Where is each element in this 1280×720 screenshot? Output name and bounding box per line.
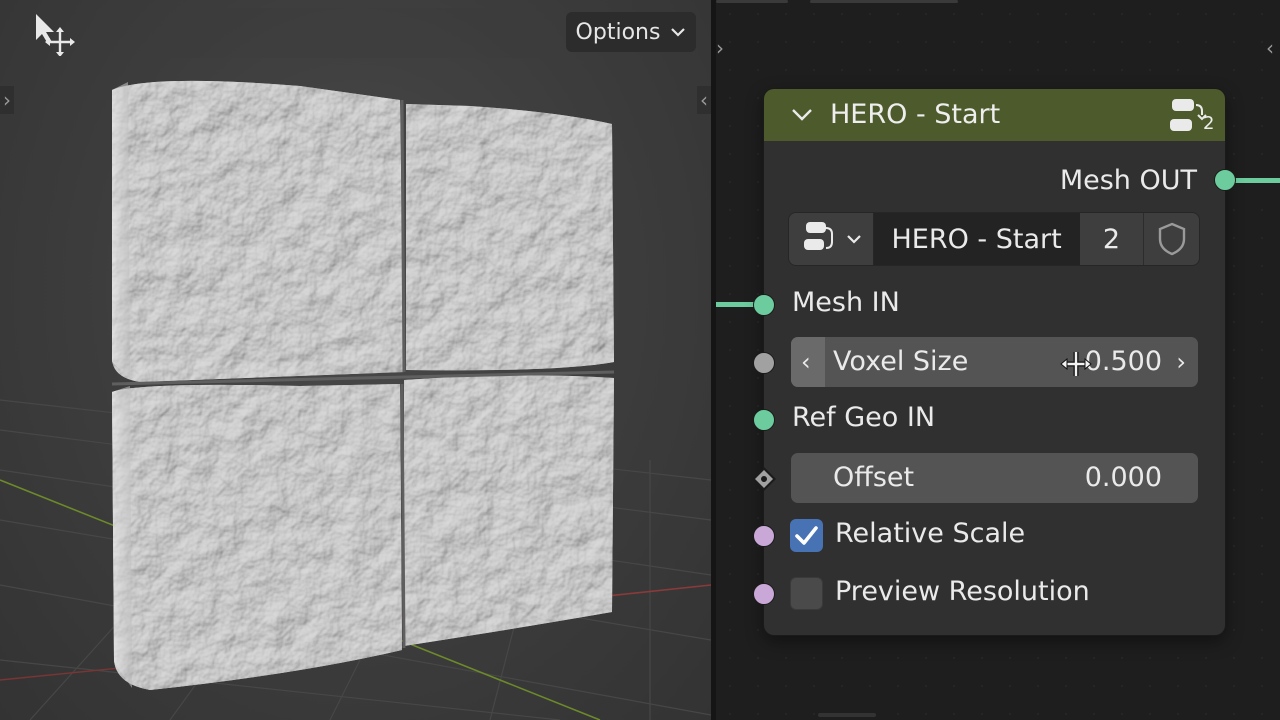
mesh-in-label: Mesh IN [792,287,900,318]
options-label: Options [575,19,661,45]
move-cursor-icon[interactable] [22,10,86,56]
shield-icon [1158,222,1185,256]
node-group-name-field[interactable]: HERO - Start [873,213,1080,265]
voxel-size-field[interactable]: ‹ Voxel Size 0.500 › [791,337,1198,387]
stone-mesh[interactable] [0,0,711,720]
node-editor[interactable]: › ‹ HERO - Start 2 Mesh OUT HERO - Start… [716,0,1280,720]
decrement-arrow-icon[interactable]: ‹ [801,337,811,387]
node-group-selector[interactable]: HERO - Start 2 [789,213,1199,265]
mesh-out-label: Mesh OUT [1059,165,1197,196]
mesh-out-socket[interactable] [1214,169,1236,191]
relative-scale-socket[interactable] [753,525,775,547]
toolbar-expand-chevron-icon[interactable]: › [716,36,724,60]
sidebar-expand-chevron-icon[interactable]: ‹ [1266,36,1274,60]
sidebar-expand-chevron-icon[interactable]: ‹ [697,86,711,114]
node-title: HERO - Start [830,99,1001,130]
horizontal-drag-cursor-icon [1060,352,1092,376]
user-count-button[interactable]: 2 [1079,213,1145,265]
ref-geo-in-socket[interactable] [753,409,775,431]
chevron-down-icon [847,235,861,244]
increment-arrow-icon[interactable]: › [1176,337,1186,387]
checkmark-icon [795,526,818,545]
preview-resolution-label: Preview Resolution [835,576,1090,607]
offset-socket-diamond-icon[interactable] [751,466,777,492]
relative-scale-label: Relative Scale [835,518,1026,549]
viewport-header [96,8,551,58]
preview-resolution-checkbox[interactable] [790,577,823,610]
voxel-size-socket[interactable] [753,352,775,374]
collapse-chevron-icon[interactable] [790,103,814,127]
scrollbar[interactable] [818,713,876,717]
offset-label: Offset [833,462,915,493]
voxel-size-label: Voxel Size [833,346,969,377]
voxel-size-value: 0.500 [1084,346,1162,377]
offset-field[interactable]: Offset 0.000 [791,453,1198,503]
browse-node-tree-button[interactable] [789,213,874,265]
options-dropdown[interactable]: Options [566,12,696,52]
user-count-badge: 2 [1203,113,1215,134]
mesh-in-link [716,302,756,307]
mesh-in-socket[interactable] [753,294,775,316]
node-header[interactable]: HERO - Start 2 [764,89,1225,141]
offset-value: 0.000 [1084,462,1162,493]
group-node[interactable]: HERO - Start 2 Mesh OUT HERO - Start 2 M… [752,89,1236,635]
preview-resolution-socket[interactable] [753,583,775,605]
node-tree-icon [803,222,833,250]
relative-scale-checkbox[interactable] [790,519,823,552]
3d-viewport[interactable]: Options › ‹ [0,0,711,720]
toolbar-expand-chevron-icon[interactable]: › [0,86,14,114]
chevron-down-icon [671,28,686,37]
ref-geo-in-label: Ref Geo IN [792,402,936,433]
fake-user-button[interactable] [1144,213,1199,265]
